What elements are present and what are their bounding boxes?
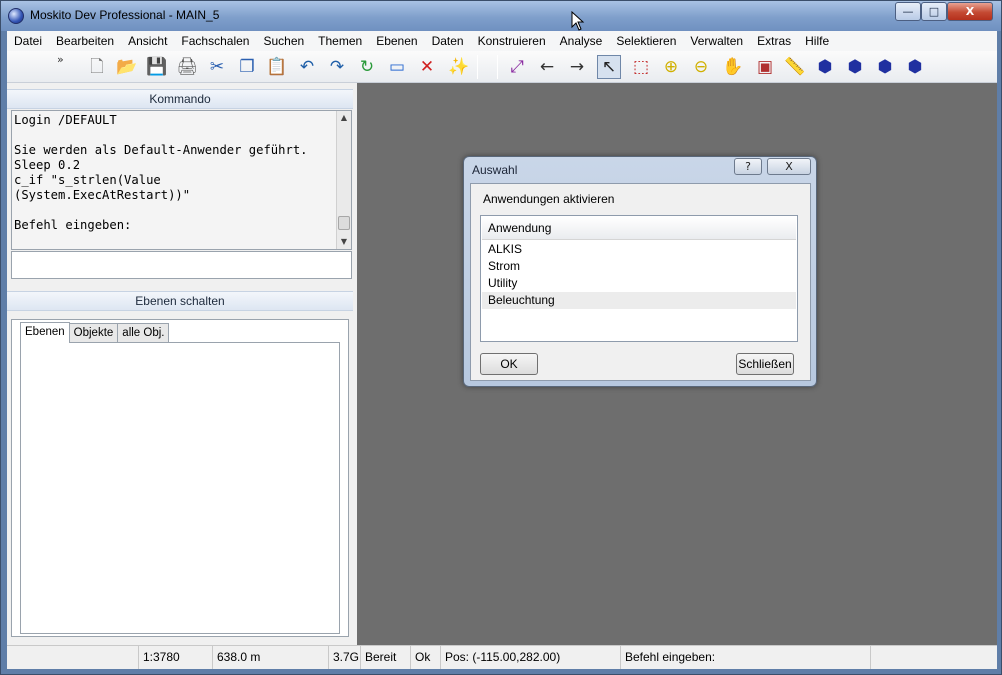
network-icon-2[interactable]: ⬢ (843, 55, 867, 79)
application-list-header[interactable]: Anwendung (482, 217, 796, 240)
status-extra (870, 646, 997, 669)
select-pointer-icon[interactable]: ↖ (597, 55, 621, 79)
print-icon[interactable]: 🖨 (175, 55, 199, 79)
application-row-strom[interactable]: Strom (482, 258, 796, 275)
refresh-icon[interactable]: ↻ (355, 55, 379, 79)
minimize-button[interactable]: — (895, 2, 921, 21)
command-input[interactable] (11, 251, 352, 279)
menu-selektieren[interactable]: Selektieren (609, 34, 683, 48)
menu-hilfe[interactable]: Hilfe (798, 34, 836, 48)
network-icon-3[interactable]: ⬢ (873, 55, 897, 79)
kommando-output-text: Login /DEFAULT Sie werden als Default-An… (14, 113, 308, 232)
dialog-help-button[interactable]: ? (734, 158, 762, 175)
title-bar[interactable]: Moskito Dev Professional - MAIN_5 — □ X (1, 1, 1001, 31)
application-row-alkis[interactable]: ALKIS (482, 241, 796, 258)
tab-alle-obj[interactable]: alle Obj. (117, 323, 170, 342)
kommando-header: Kommando (7, 89, 353, 109)
network-icon-4[interactable]: ⬢ (903, 55, 927, 79)
kommando-output: Login /DEFAULT Sie werden als Default-An… (11, 110, 352, 250)
status-prompt: Befehl eingeben: (620, 646, 870, 669)
toolbar-separator (497, 55, 498, 79)
toolbar-overflow-chevron[interactable]: » (57, 53, 64, 66)
ebenen-panel: Ebenen Objekte alle Obj. (11, 319, 349, 637)
menu-konstruieren[interactable]: Konstruieren (471, 34, 553, 48)
zoom-forward-icon[interactable]: → (565, 55, 589, 79)
new-document-icon[interactable]: 🗋 (85, 55, 109, 79)
menu-daten[interactable]: Daten (425, 34, 471, 48)
status-scale: 1:3780 (138, 646, 212, 669)
paste-icon[interactable]: 📋 (265, 55, 289, 79)
redo-icon[interactable]: ↷ (325, 55, 349, 79)
menu-bar: Datei Bearbeiten Ansicht Fachschalen Suchen T… (7, 31, 997, 51)
scroll-up-icon[interactable]: ▲ (337, 111, 351, 125)
menu-verwalten[interactable]: Verwalten (683, 34, 750, 48)
pan-hand-icon[interactable]: ✋ (721, 55, 745, 79)
menu-ansicht[interactable]: Ansicht (121, 34, 174, 48)
network-icon-1[interactable]: ⬢ (813, 55, 837, 79)
status-bar: 1:3780 638.0 m 3.7G Bereit Ok Pos: (-115… (7, 645, 997, 669)
auswahl-dialog: Auswahl ? X Anwendungen aktivieren Anwen… (463, 156, 817, 387)
dialog-close-button[interactable]: X (767, 158, 811, 175)
kommando-scrollbar[interactable]: ▲ ▼ (336, 111, 351, 249)
ebenen-header: Ebenen schalten (7, 291, 353, 311)
application-row-beleuchtung[interactable]: Beleuchtung (482, 292, 796, 309)
zoom-in-icon[interactable]: ⊕ (659, 55, 683, 79)
open-folder-icon[interactable]: 📂 (115, 55, 139, 79)
zoom-back-icon[interactable]: ← (535, 55, 559, 79)
menu-analyse[interactable]: Analyse (553, 34, 610, 48)
zoom-extent-icon[interactable]: ⤢ (505, 55, 529, 79)
main-window: Moskito Dev Professional - MAIN_5 — □ X … (0, 0, 1002, 675)
left-panel: Kommando Login /DEFAULT Sie werden als D… (7, 83, 353, 645)
ebenen-tab-content[interactable] (20, 342, 340, 634)
magic-icon[interactable]: ✨ (447, 55, 471, 79)
status-memory: 3.7G (328, 646, 360, 669)
status-state: Bereit (360, 646, 410, 669)
menu-themen[interactable]: Themen (311, 34, 369, 48)
copy-icon[interactable]: ❐ (235, 55, 259, 79)
menu-suchen[interactable]: Suchen (256, 34, 311, 48)
mouse-cursor-icon (571, 11, 585, 31)
scroll-down-icon[interactable]: ▼ (337, 235, 351, 249)
zoom-out-icon[interactable]: ⊖ (689, 55, 713, 79)
window-title: Moskito Dev Professional - MAIN_5 (30, 8, 220, 22)
ebenen-tabstrip: Ebenen Objekte alle Obj. (20, 322, 170, 343)
measure-ruler-icon[interactable]: 📏 (783, 55, 807, 79)
menu-bearbeiten[interactable]: Bearbeiten (49, 34, 121, 48)
dialog-body: Anwendungen aktivieren Anwendung ALKIS St… (470, 183, 811, 381)
toolbar: » 🗋 📂 💾 🖨 ✂ ❐ 📋 ↶ ↷ ↻ ▭ ✕ ✨ ⤢ ← → ↖ ⬚ ⊕ ⊖ ✋ ▣ 📏 ⬢ ⬢ ⬢ ⬢ (7, 51, 997, 83)
delete-icon[interactable]: ✕ (415, 55, 439, 79)
window-icon[interactable]: ▭ (385, 55, 409, 79)
status-width: 638.0 m (212, 646, 328, 669)
app-globe-icon (8, 8, 24, 24)
scroll-thumb[interactable] (338, 216, 350, 230)
menu-extras[interactable]: Extras (750, 34, 798, 48)
status-position: Pos: (-115.00,282.00) (440, 646, 620, 669)
application-list[interactable]: Anwendung ALKIS Strom Utility Beleuchtung (480, 215, 798, 342)
menu-fachschalen[interactable]: Fachschalen (174, 34, 256, 48)
close-window-button[interactable]: X (947, 2, 993, 21)
dialog-title: Auswahl (472, 163, 518, 177)
save-icon[interactable]: 💾 (145, 55, 169, 79)
select-area-icon[interactable]: ⬚ (629, 55, 653, 79)
map-image-icon[interactable]: ▣ (753, 55, 777, 79)
undo-icon[interactable]: ↶ (295, 55, 319, 79)
maximize-button[interactable]: □ (921, 2, 947, 21)
status-ok: Ok (410, 646, 440, 669)
tab-objekte[interactable]: Objekte (68, 323, 119, 342)
ok-button[interactable]: OK (480, 353, 538, 375)
cut-icon[interactable]: ✂ (205, 55, 229, 79)
application-row-utility[interactable]: Utility (482, 275, 796, 292)
status-empty (7, 646, 138, 669)
tab-ebenen[interactable]: Ebenen (20, 322, 70, 343)
menu-datei[interactable]: Datei (7, 34, 49, 48)
schliessen-button[interactable]: Schließen (736, 353, 794, 375)
menu-ebenen[interactable]: Ebenen (369, 34, 424, 48)
toolbar-separator (477, 55, 478, 79)
dialog-heading: Anwendungen aktivieren (483, 192, 615, 206)
